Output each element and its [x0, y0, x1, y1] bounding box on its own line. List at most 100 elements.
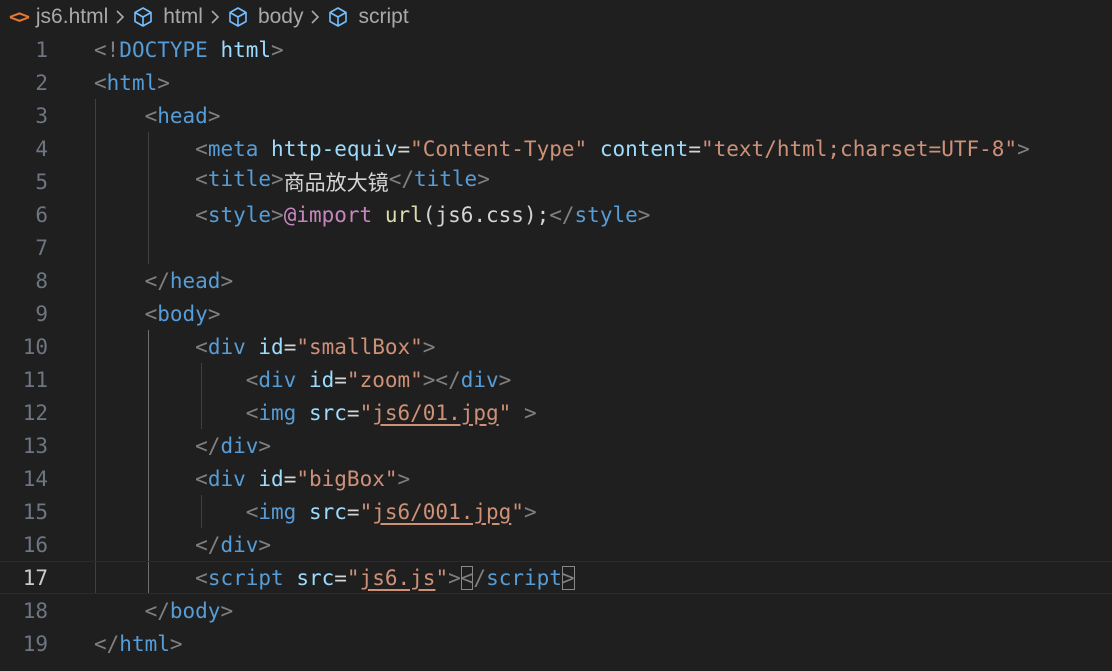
code-text: = — [346, 400, 360, 425]
code-line[interactable]: 17 < script src = " js6.js " > < / script > — [0, 561, 1112, 594]
code-tag-name: html — [119, 631, 170, 656]
line-number: 1 — [35, 37, 48, 62]
code-attribute: id — [258, 466, 284, 491]
code-punctuation: > — [258, 532, 272, 557]
code-string: " — [359, 499, 373, 524]
line-number: 15 — [22, 499, 48, 524]
code-line[interactable]: 11 < div id = "zoom" ></div > — [0, 363, 1112, 396]
code-line[interactable]: 15 < img src = " js6/001.jpg " > — [0, 495, 1112, 528]
code-text: = — [334, 367, 347, 392]
line-content: < img src = " js6/001.jpg " > — [94, 500, 537, 524]
code-link: js6/01.jpg — [372, 400, 499, 425]
code-text: = — [283, 466, 297, 491]
code-line[interactable]: 1 <! DOCTYPE html > — [0, 33, 1112, 66]
code-attribute: src — [308, 400, 347, 425]
line-content: </div > — [94, 434, 271, 458]
code-tag-name: style — [207, 202, 272, 227]
code-string: "bigBox" — [296, 466, 398, 491]
code-tag-name: img — [258, 499, 297, 524]
code-tag-name: img — [258, 400, 297, 425]
code-punctuation: < — [245, 367, 259, 392]
breadcrumb: <> js6.html html body script — [0, 0, 1112, 33]
code-line[interactable]: 12 < img src = " js6/01.jpg " > — [0, 396, 1112, 429]
code-tag-name: script — [486, 565, 562, 590]
code-punctuation: </ — [144, 268, 170, 293]
code-line[interactable]: 2 < html > — [0, 66, 1112, 99]
code-punctuation: > — [258, 433, 272, 458]
code-line[interactable]: 4 < meta http-equiv = "Content-Type" conten… — [0, 132, 1112, 165]
code-attribute: src — [308, 499, 347, 524]
line-content: < div id = "smallBox" > — [94, 335, 435, 359]
code-line[interactable]: 5 < title > 商品放大镜 </title > — [0, 165, 1112, 198]
code-punctuation: > — [422, 334, 436, 359]
code-tag-name: div — [207, 466, 246, 491]
line-number: 6 — [35, 202, 48, 227]
code-string: " — [498, 400, 512, 425]
code-punctuation: < — [195, 202, 208, 227]
code-editor[interactable]: <> js6.html html body script 1 <! DOCTYP… — [0, 0, 1112, 671]
code-punctuation: > — [207, 301, 221, 326]
code-area[interactable]: 1 <! DOCTYPE html >2 < html >3 < head >4 < meta h… — [0, 33, 1112, 671]
code-line[interactable]: 10 < div id = "smallBox" > — [0, 330, 1112, 363]
breadcrumb-item-script[interactable]: script — [327, 5, 409, 29]
code-attribute: id — [308, 367, 335, 392]
line-content: </html > — [94, 632, 183, 656]
code-tag-name: style — [574, 202, 638, 227]
line-number: 19 — [22, 631, 48, 656]
line-content: < meta http-equiv = "Content-Type" content =… — [94, 137, 1030, 161]
code-tag-name: meta — [207, 136, 259, 161]
line-number: 10 — [22, 334, 48, 359]
line-number: 17 — [22, 565, 48, 590]
code-punctuation: > — [448, 565, 461, 590]
code-line[interactable]: 8 </head > — [0, 264, 1112, 297]
code-punctuation: > — [1017, 136, 1030, 161]
breadcrumb-item-body[interactable]: body — [227, 5, 303, 29]
breadcrumb-item-html[interactable]: html — [132, 5, 203, 29]
code-punctuation: < — [195, 136, 208, 161]
line-number: 2 — [35, 70, 48, 95]
code-line[interactable]: 3 < head > — [0, 99, 1112, 132]
line-content: < script src = " js6.js " > < / script > — [94, 565, 575, 590]
code-punctuation: < — [144, 301, 158, 326]
code-line[interactable]: 18 </body > — [0, 594, 1112, 627]
line-content: < div id = "bigBox" > — [94, 467, 410, 491]
code-line[interactable]: 19 </html > — [0, 627, 1112, 660]
code-punctuation: < — [245, 499, 259, 524]
code-tag-name: DOCTYPE — [119, 37, 208, 62]
code-punctuation: < — [195, 466, 208, 491]
code-link: js6/001.jpg — [372, 499, 512, 524]
code-punctuation: < — [195, 334, 208, 359]
code-line[interactable]: 7 — [0, 231, 1112, 264]
line-number: 9 — [35, 301, 48, 326]
code-punctuation: > — [271, 202, 284, 227]
code-string: " — [359, 400, 373, 425]
code-punctuation: </ — [549, 202, 575, 227]
code-line[interactable]: 14 < div id = "bigBox" > — [0, 462, 1112, 495]
code-line[interactable]: 16 </div > — [0, 528, 1112, 561]
chevron-right-icon — [114, 8, 126, 26]
code-text: = — [334, 565, 347, 590]
line-number: 11 — [22, 367, 48, 392]
cube-icon — [227, 6, 249, 28]
line-number: 8 — [35, 268, 48, 293]
matched-bracket: > — [561, 565, 575, 590]
code-line[interactable]: 6 < style > @import url (js6.css); </style > — [0, 198, 1112, 231]
code-line[interactable]: 13 </div > — [0, 429, 1112, 462]
code-punctuation: < — [144, 103, 158, 128]
breadcrumb-item-file[interactable]: <> js6.html — [0, 5, 108, 29]
code-string: " — [346, 565, 360, 590]
code-line[interactable]: 9 < body > — [0, 297, 1112, 330]
code-text: 商品放大镜 — [283, 170, 389, 195]
